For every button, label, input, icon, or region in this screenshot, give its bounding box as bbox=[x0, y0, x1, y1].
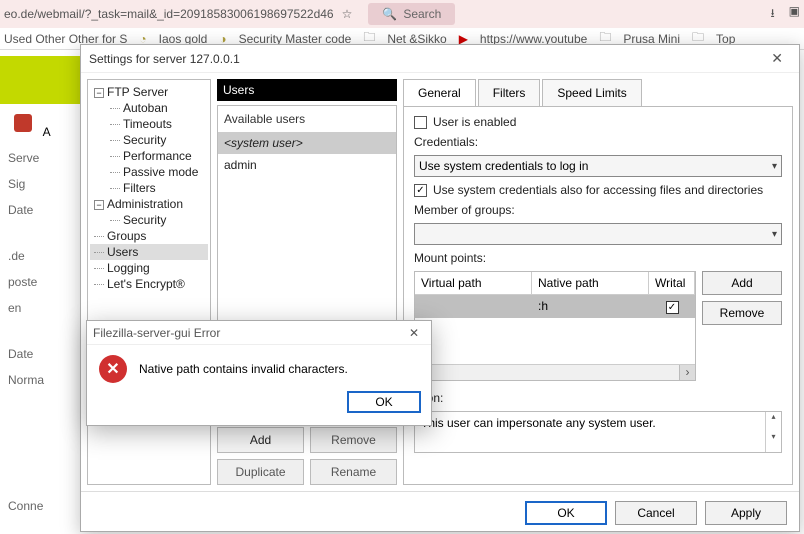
collapse-icon[interactable]: − bbox=[94, 88, 104, 98]
h-scrollbar[interactable]: › bbox=[415, 364, 695, 380]
tree-filters[interactable]: Filters bbox=[90, 180, 208, 196]
bg-conne: Conne bbox=[0, 493, 80, 519]
spin-buttons[interactable]: ▴▾ bbox=[765, 412, 781, 452]
description-box[interactable]: This user can impersonate any system use… bbox=[414, 411, 782, 453]
chevron-up-icon[interactable]: ▴ bbox=[766, 412, 781, 432]
credentials-select[interactable]: Use system credentials to log in ▾ bbox=[414, 155, 782, 177]
bg-date2: Date bbox=[0, 341, 80, 367]
mount-points-table[interactable]: Virtual path Native path Writal :h ✓ › bbox=[414, 271, 696, 381]
tree-autoban[interactable]: Autoban bbox=[90, 100, 208, 116]
error-dialog: Filezilla-server-gui Error ✕ ✕ Native pa… bbox=[86, 320, 432, 426]
tree-groups[interactable]: Groups bbox=[90, 228, 208, 244]
description-text: This user can impersonate any system use… bbox=[421, 416, 656, 430]
dialog-footer: OK Cancel Apply bbox=[81, 491, 799, 533]
tree-timeouts[interactable]: Timeouts bbox=[90, 116, 208, 132]
tree-administration[interactable]: −Administration bbox=[90, 196, 208, 212]
col-writable[interactable]: Writal bbox=[649, 272, 695, 294]
add-user-button[interactable]: Add bbox=[217, 427, 304, 453]
description-label: ption: bbox=[414, 391, 782, 405]
error-ok-button[interactable]: OK bbox=[347, 391, 421, 413]
sys-creds-files-checkbox[interactable]: ✓ Use system credentials also for access… bbox=[414, 183, 782, 197]
tab-filters[interactable]: Filters bbox=[478, 79, 541, 106]
member-groups-select[interactable]: ▾ bbox=[414, 223, 782, 245]
tree-ftp-server[interactable]: −FTP Server bbox=[90, 84, 208, 100]
tree-logging[interactable]: Logging bbox=[90, 260, 208, 276]
apply-button[interactable]: Apply bbox=[705, 501, 787, 525]
tree-performance[interactable]: Performance bbox=[90, 148, 208, 164]
bg-en: en bbox=[0, 295, 80, 321]
bg-de: .de bbox=[0, 243, 80, 269]
dialog-titlebar[interactable]: Settings for server 127.0.0.1 ✕ bbox=[81, 45, 799, 73]
sys-creds-files-label: Use system credentials also for accessin… bbox=[433, 183, 763, 197]
mount-points-label: Mount points: bbox=[414, 251, 782, 265]
user-item-admin[interactable]: admin bbox=[218, 154, 396, 176]
dialog-title: Settings for server 127.0.0.1 bbox=[89, 52, 240, 66]
browser-url-bar: eo.de/webmail/?_task=mail&_id=2091858300… bbox=[0, 0, 804, 28]
chevron-down-icon[interactable]: ▾ bbox=[766, 432, 781, 452]
general-panel: User is enabled Credentials: Use system … bbox=[403, 107, 793, 485]
search-icon: 🔍 bbox=[382, 7, 397, 21]
cell-npath[interactable]: :h bbox=[532, 295, 649, 318]
ok-button[interactable]: OK bbox=[525, 501, 607, 525]
col-native-path[interactable]: Native path bbox=[532, 272, 649, 294]
settings-dialog: Settings for server 127.0.0.1 ✕ −FTP Ser… bbox=[80, 44, 800, 532]
checkbox-icon[interactable]: ✓ bbox=[666, 301, 679, 314]
error-icon: ✕ bbox=[99, 355, 127, 383]
member-groups-label: Member of groups: bbox=[414, 203, 782, 217]
cell-writable[interactable]: ✓ bbox=[649, 295, 695, 318]
rename-user-button[interactable]: Rename bbox=[310, 459, 397, 485]
tree-admin-security[interactable]: Security bbox=[90, 212, 208, 228]
scroll-right-icon[interactable]: › bbox=[679, 365, 695, 380]
users-section-header: Users bbox=[217, 79, 397, 101]
mount-row[interactable]: :h ✓ bbox=[415, 295, 695, 318]
close-icon[interactable]: ✕ bbox=[763, 48, 791, 69]
available-users-label: Available users bbox=[218, 106, 396, 132]
mount-add-button[interactable]: Add bbox=[702, 271, 782, 295]
tab-speed-limits[interactable]: Speed Limits bbox=[542, 79, 641, 106]
user-item-system[interactable]: <system user> bbox=[218, 132, 396, 154]
credentials-value: Use system credentials to log in bbox=[419, 159, 588, 173]
bg-sign: Sig bbox=[0, 171, 80, 197]
error-title: Filezilla-server-gui Error bbox=[93, 326, 220, 340]
bg-norma: Norma bbox=[0, 367, 80, 393]
checkbox-icon[interactable]: ✓ bbox=[414, 184, 427, 197]
background-app-strip: A Serve Sig Date .de poste en Date Norma… bbox=[0, 56, 80, 534]
download-icon[interactable]: ⭳ bbox=[770, 4, 774, 25]
url-text: eo.de/webmail/?_task=mail&_id=2091858300… bbox=[4, 7, 334, 21]
cell-vpath[interactable] bbox=[415, 295, 532, 318]
credentials-label: Credentials: bbox=[414, 135, 782, 149]
tabs: General Filters Speed Limits bbox=[403, 79, 793, 107]
error-titlebar[interactable]: Filezilla-server-gui Error ✕ bbox=[87, 321, 431, 345]
remove-user-button[interactable]: Remove bbox=[310, 427, 397, 453]
close-icon[interactable]: ✕ bbox=[403, 326, 425, 340]
browser-search[interactable]: 🔍 Search bbox=[368, 3, 455, 25]
bg-date: Date bbox=[0, 197, 80, 223]
checkbox-icon[interactable] bbox=[414, 116, 427, 129]
tree-users[interactable]: Users bbox=[90, 244, 208, 260]
duplicate-user-button[interactable]: Duplicate bbox=[217, 459, 304, 485]
filezilla-logo-icon bbox=[14, 114, 32, 132]
bg-server: Serve bbox=[0, 145, 80, 171]
col-virtual-path[interactable]: Virtual path bbox=[415, 272, 532, 294]
tree-lets-encrypt[interactable]: Let's Encrypt® bbox=[90, 276, 208, 292]
collapse-icon[interactable]: − bbox=[94, 200, 104, 210]
tree-security[interactable]: Security bbox=[90, 132, 208, 148]
extensions-icon[interactable]: ▣ bbox=[789, 4, 800, 25]
tab-general[interactable]: General bbox=[403, 79, 476, 106]
bookmark-star-icon[interactable]: ☆ bbox=[342, 7, 353, 21]
tree-passive-mode[interactable]: Passive mode bbox=[90, 164, 208, 180]
cancel-button[interactable]: Cancel bbox=[615, 501, 697, 525]
chevron-down-icon: ▾ bbox=[772, 229, 777, 240]
search-placeholder: Search bbox=[403, 7, 441, 21]
user-enabled-checkbox[interactable]: User is enabled bbox=[414, 115, 782, 129]
bg-poste: poste bbox=[0, 269, 80, 295]
user-enabled-label: User is enabled bbox=[433, 115, 516, 129]
chevron-down-icon: ▾ bbox=[772, 161, 777, 172]
error-message: Native path contains invalid characters. bbox=[139, 362, 348, 376]
mount-remove-button[interactable]: Remove bbox=[702, 301, 782, 325]
